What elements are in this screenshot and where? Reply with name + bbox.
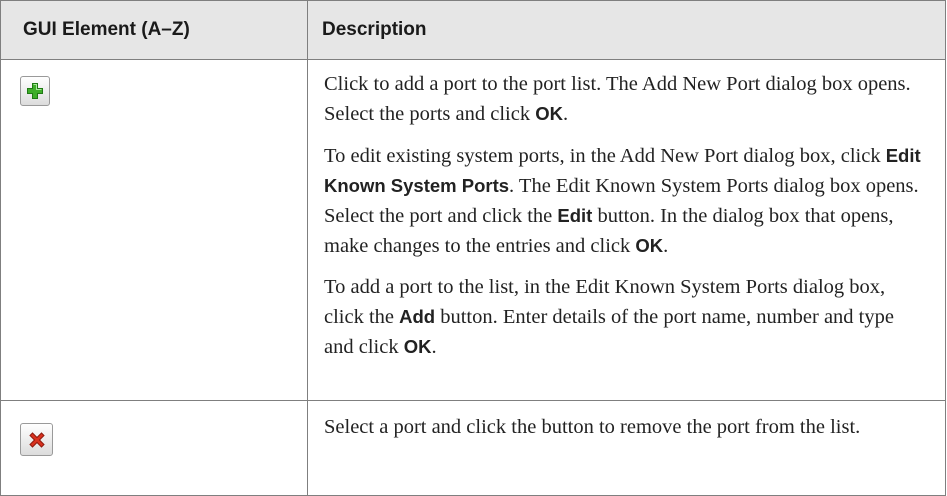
description-cell: Select a port and click the button to re… <box>307 400 946 496</box>
description-paragraph: To edit existing system ports, in the Ad… <box>324 141 925 261</box>
gui-element-cell <box>0 59 308 401</box>
description-text: Select a port and click the button to re… <box>324 416 861 438</box>
remove-port-button[interactable] <box>20 423 53 456</box>
column-header-gui-element: GUI Element (A–Z) <box>0 0 308 60</box>
description-paragraph: Click to add a port to the port list. Th… <box>324 70 925 129</box>
edit-button-reference: Edit <box>557 205 593 226</box>
description-text: . <box>431 336 437 358</box>
plus-icon <box>27 83 43 99</box>
description-cell: Click to add a port to the port list. Th… <box>307 59 946 401</box>
description-text: To edit existing system ports, in the Ad… <box>324 145 886 167</box>
description-paragraph: To add a port to the list, in the Edit K… <box>324 273 925 362</box>
add-port-button[interactable] <box>20 76 50 106</box>
description-text: . <box>663 235 669 257</box>
ok-button-reference: OK <box>403 336 432 357</box>
ok-button-reference: OK <box>635 235 664 256</box>
table-row: Click to add a port to the port list. Th… <box>0 59 946 401</box>
description-paragraph: Select a port and click the button to re… <box>324 413 925 442</box>
description-text: Click to add a port to the port list. Th… <box>324 73 911 125</box>
column-header-description: Description <box>307 0 946 60</box>
ok-button-reference: OK <box>535 103 563 124</box>
table-row: Select a port and click the button to re… <box>0 400 946 496</box>
add-button-reference: Add <box>399 306 436 327</box>
red-x-icon <box>28 431 45 448</box>
description-text: . <box>562 103 569 125</box>
gui-elements-table: GUI Element (A–Z) Description Click to a… <box>0 0 946 496</box>
table-header-row: GUI Element (A–Z) Description <box>0 0 946 60</box>
gui-element-cell <box>0 400 308 496</box>
